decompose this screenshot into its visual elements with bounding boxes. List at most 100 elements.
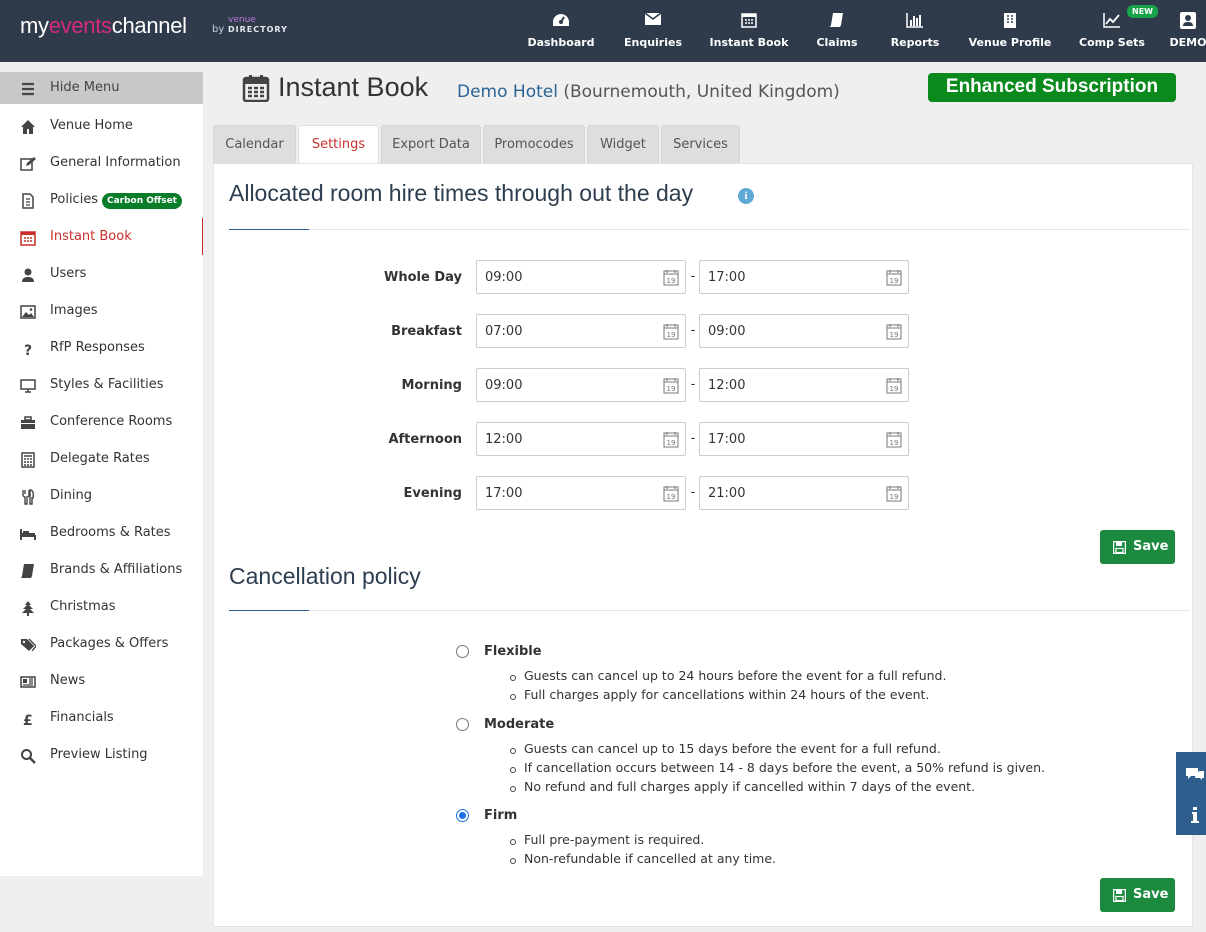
tab-widget[interactable]: Widget	[587, 125, 659, 163]
sidebar-item-label: General Information	[50, 155, 181, 170]
sidebar-item-label: Packages & Offers	[50, 636, 169, 651]
sidebar-item-delegate-rates[interactable]: Delegate Rates	[0, 440, 203, 477]
tab-settings[interactable]: Settings	[298, 125, 379, 165]
whole-day-end-input[interactable]: 17:00 19	[699, 260, 909, 294]
sidebar-item-brands-affiliations[interactable]: Brands & Affiliations	[0, 551, 203, 588]
calendar-icon[interactable]: 19	[886, 485, 902, 502]
tree-icon	[22, 601, 34, 616]
sidebar-item-label: Financials	[50, 710, 114, 725]
svg-text:19: 19	[667, 331, 676, 339]
radio-firm[interactable]	[456, 809, 469, 822]
carbon-offset-badge[interactable]: Carbon Offset	[102, 193, 182, 209]
time-row-label-morning: Morning	[401, 378, 462, 393]
save-times-button[interactable]: Save	[1100, 530, 1175, 564]
calendar-icon[interactable]: 19	[663, 323, 679, 340]
room-hire-heading: Allocated room hire times through out th…	[229, 180, 694, 206]
whole-day-start-input[interactable]: 09:00 19	[476, 260, 686, 294]
edit-icon	[20, 157, 36, 171]
svg-text:19: 19	[667, 493, 676, 501]
page-title: Instant Book	[278, 72, 429, 102]
sidebar-item-bedrooms-rates[interactable]: Bedrooms & Rates	[0, 514, 203, 551]
sidebar-item-label: News	[50, 673, 86, 688]
venue-directory-logo: venue DIRECTORY	[228, 15, 288, 35]
info-icon[interactable]: i	[738, 188, 754, 204]
afternoon-end-input[interactable]: 17:00 19	[699, 422, 909, 456]
tab-promocodes[interactable]: Promocodes	[483, 125, 585, 163]
calendar-icon[interactable]: 19	[886, 323, 902, 340]
calendar-icon[interactable]: 19	[886, 431, 902, 448]
hotel-name-link[interactable]: Demo Hotel	[457, 82, 558, 102]
building-icon	[1004, 13, 1016, 28]
sidebar-item-users[interactable]: Users	[0, 255, 203, 292]
user-icon	[1180, 12, 1196, 29]
sidebar-item-packages-offers[interactable]: Packages & Offers	[0, 625, 203, 662]
calendar-icon[interactable]: 19	[663, 269, 679, 286]
afternoon-start-input[interactable]: 12:00 19	[476, 422, 686, 456]
hotel-location: (Bournemouth, United Kingdom)	[563, 82, 840, 102]
sidebar-item-label: Dining	[50, 488, 92, 503]
search-icon	[21, 749, 36, 764]
sidebar-item-christmas[interactable]: Christmas	[0, 588, 203, 625]
calendar-icon[interactable]: 19	[663, 377, 679, 394]
option-label-firm: Firm	[484, 808, 518, 823]
divider	[229, 610, 1190, 611]
breakfast-start-input[interactable]: 07:00 19	[476, 314, 686, 348]
book-icon	[830, 13, 843, 27]
svg-text:19: 19	[890, 331, 899, 339]
time-row-label-evening: Evening	[403, 486, 462, 501]
floating-help-bar	[1176, 752, 1206, 835]
subscription-badge[interactable]: Enhanced Subscription	[928, 73, 1176, 102]
sidebar-item-financials[interactable]: £ Financials	[0, 699, 203, 736]
svg-text:19: 19	[890, 493, 899, 501]
question-icon: ?	[24, 343, 32, 357]
sidebar-item-label: Venue Home	[50, 118, 133, 133]
sidebar-item-rfp-responses[interactable]: ? RfP Responses	[0, 329, 203, 366]
cancellation-heading: Cancellation policy	[229, 563, 421, 589]
tab-calendar[interactable]: Calendar	[213, 125, 296, 163]
option-label-moderate: Moderate	[484, 717, 555, 732]
calendar-icon[interactable]: 19	[886, 377, 902, 394]
calendar-icon	[20, 231, 36, 246]
calendar-icon[interactable]: 19	[663, 485, 679, 502]
pound-icon: £	[23, 713, 33, 727]
radio-moderate[interactable]	[456, 718, 469, 731]
range-separator: -	[690, 485, 696, 500]
calendar-icon[interactable]: 19	[886, 269, 902, 286]
sidebar-item-dining[interactable]: Dining	[0, 477, 203, 514]
brand-logo[interactable]: myeventschannel	[20, 13, 187, 39]
sidebar-item-general-information[interactable]: General Information	[0, 144, 203, 181]
sidebar-item-instant-book[interactable]: Instant Book	[0, 218, 203, 255]
breakfast-end-input[interactable]: 09:00 19	[699, 314, 909, 348]
tab-services[interactable]: Services	[661, 125, 740, 163]
document-icon	[22, 193, 34, 209]
calendar-icon[interactable]: 19	[663, 431, 679, 448]
time-row-label-afternoon: Afternoon	[388, 432, 462, 447]
range-separator: -	[690, 431, 696, 446]
svg-text:19: 19	[667, 439, 676, 447]
sidebar-item-label: Styles & Facilities	[50, 377, 164, 392]
tab-export-data[interactable]: Export Data	[381, 125, 481, 163]
info-icon[interactable]	[1191, 807, 1199, 823]
divider-accent	[229, 229, 309, 230]
sidebar-item-conference-rooms[interactable]: Conference Rooms	[0, 403, 203, 440]
bar-chart-icon	[906, 13, 923, 28]
sidebar-item-label: Brands & Affiliations	[50, 562, 183, 577]
range-separator: -	[690, 323, 696, 338]
hide-menu-button[interactable]: Hide Menu	[0, 72, 203, 104]
nav-user-demo[interactable]: DEMO	[1128, 0, 1206, 62]
sidebar-item-venue-home[interactable]: Venue Home	[0, 107, 203, 144]
morning-start-input[interactable]: 09:00 19	[476, 368, 686, 402]
radio-flexible[interactable]	[456, 645, 469, 658]
evening-start-input[interactable]: 17:00 19	[476, 476, 686, 510]
morning-end-input[interactable]: 12:00 19	[699, 368, 909, 402]
sidebar-item-label: RfP Responses	[50, 340, 145, 355]
sidebar-item-preview-listing[interactable]: Preview Listing	[0, 736, 203, 773]
bed-icon	[20, 529, 36, 540]
sidebar-item-images[interactable]: Images	[0, 292, 203, 329]
save-policy-button[interactable]: Save	[1100, 878, 1175, 912]
sidebar-item-styles-facilities[interactable]: Styles & Facilities	[0, 366, 203, 403]
divider	[229, 229, 1190, 230]
chat-icon[interactable]	[1185, 766, 1205, 782]
sidebar-item-news[interactable]: News	[0, 662, 203, 699]
evening-end-input[interactable]: 21:00 19	[699, 476, 909, 510]
